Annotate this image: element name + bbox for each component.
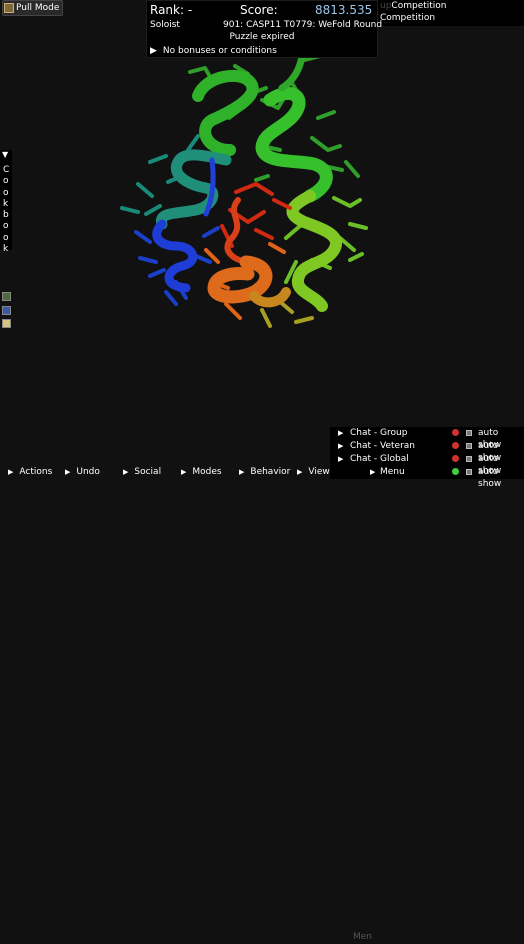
bonuses-label: No bonuses or conditions	[162, 46, 277, 56]
status-dot-icon	[452, 429, 459, 436]
competition-link-1[interactable]: upCompetition	[380, 0, 524, 12]
status-dot-icon	[452, 442, 459, 449]
expand-arrow-icon: ▶	[123, 468, 129, 476]
player-mode[interactable]: Soloist	[150, 20, 180, 30]
save-icon[interactable]	[2, 306, 11, 315]
pull-mode-icon	[4, 3, 14, 13]
chat-label: Chat - Veteran	[350, 441, 415, 451]
expand-arrow-icon: ▶	[338, 442, 344, 450]
expand-arrow-icon: ▶	[297, 468, 303, 476]
rank-text: Rank: -	[150, 3, 193, 17]
modes-menu[interactable]: ▶ Modes	[181, 465, 222, 479]
auto-show-checkbox[interactable]	[466, 430, 472, 436]
view-menu[interactable]: ▶ View	[297, 465, 330, 479]
menu-ghost-text: Men	[353, 932, 373, 942]
expand-arrow-icon: ▶	[150, 46, 157, 56]
auto-show-checkbox[interactable]	[466, 443, 472, 449]
chat-row-global[interactable]: ▶ Chat - Global auto show	[330, 453, 524, 476]
actions-menu[interactable]: ▶ Actions	[8, 465, 52, 479]
notes-icon[interactable]	[2, 319, 11, 328]
auto-show-checkbox[interactable]	[466, 456, 472, 462]
chat-row-group[interactable]: ▶ Chat - Group auto show	[330, 427, 524, 450]
score-value: 8813.535	[315, 3, 373, 17]
pull-mode-label: Pull Mode	[16, 3, 60, 13]
competition-link-2[interactable]: Competition	[380, 12, 524, 24]
chat-icon[interactable]	[2, 292, 11, 301]
expand-arrow-icon: ▶	[338, 429, 344, 437]
expand-arrow-icon: ▶	[239, 468, 245, 476]
status-dot-icon	[452, 455, 459, 462]
chat-row-veteran[interactable]: ▶ Chat - Veteran auto show	[330, 440, 524, 463]
undo-menu[interactable]: ▶ Undo	[65, 465, 100, 479]
protein-viewport[interactable]	[0, 0, 524, 479]
social-menu[interactable]: ▶ Social	[123, 465, 161, 479]
score-label: Score:	[240, 3, 278, 17]
expand-arrow-icon: ▶	[65, 468, 71, 476]
chat-label: Chat - Group	[350, 428, 408, 438]
cookbook-tab[interactable]: ▼ C o o k b o o k	[0, 150, 12, 254]
pull-mode-button[interactable]: Pull Mode	[2, 0, 64, 16]
cookbook-toggle-icon[interactable]: ▼	[2, 150, 8, 159]
bonuses-toggle[interactable]: ▶ No bonuses or conditions	[150, 46, 277, 56]
puzzle-name: 901: CASP11 T0779: WeFold Round	[223, 20, 383, 30]
puzzle-status: Puzzle expired	[229, 32, 295, 42]
score-panel: Rank: - Score: 8813.535 Soloist 901: CAS…	[146, 0, 382, 58]
chat-label: Chat - Global	[350, 454, 409, 464]
expand-arrow-icon: ▶	[8, 468, 14, 476]
behavior-menu[interactable]: ▶ Behavior	[239, 465, 290, 479]
expand-arrow-icon: ▶	[338, 455, 344, 463]
expand-arrow-icon: ▶	[181, 468, 187, 476]
cookbook-label: C o o k b o o k	[3, 165, 10, 255]
competition-panel: upCompetition Competition	[372, 0, 524, 26]
bottom-menu-bar: ▶ Actions ▶ Undo ▶ Social ▶ Modes ▶ Behavior …	[0, 465, 524, 942]
